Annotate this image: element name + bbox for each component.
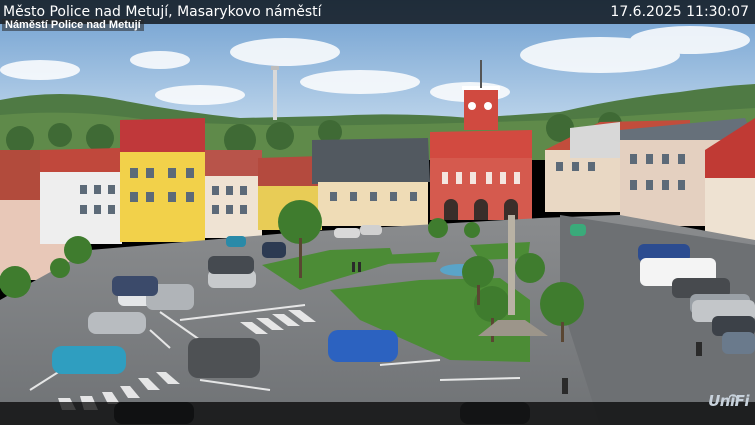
camera-subtitle: Náměstí Police nad Metují	[2, 19, 144, 31]
unifi-logo: UniFi	[708, 392, 749, 410]
overlay-bottom-bar	[0, 402, 755, 425]
webcam-frame: Město Police nad Metují, Masarykovo námě…	[0, 0, 755, 425]
webcam-image	[0, 0, 755, 425]
timestamp: 17.6.2025 11:30:07	[610, 4, 749, 20]
